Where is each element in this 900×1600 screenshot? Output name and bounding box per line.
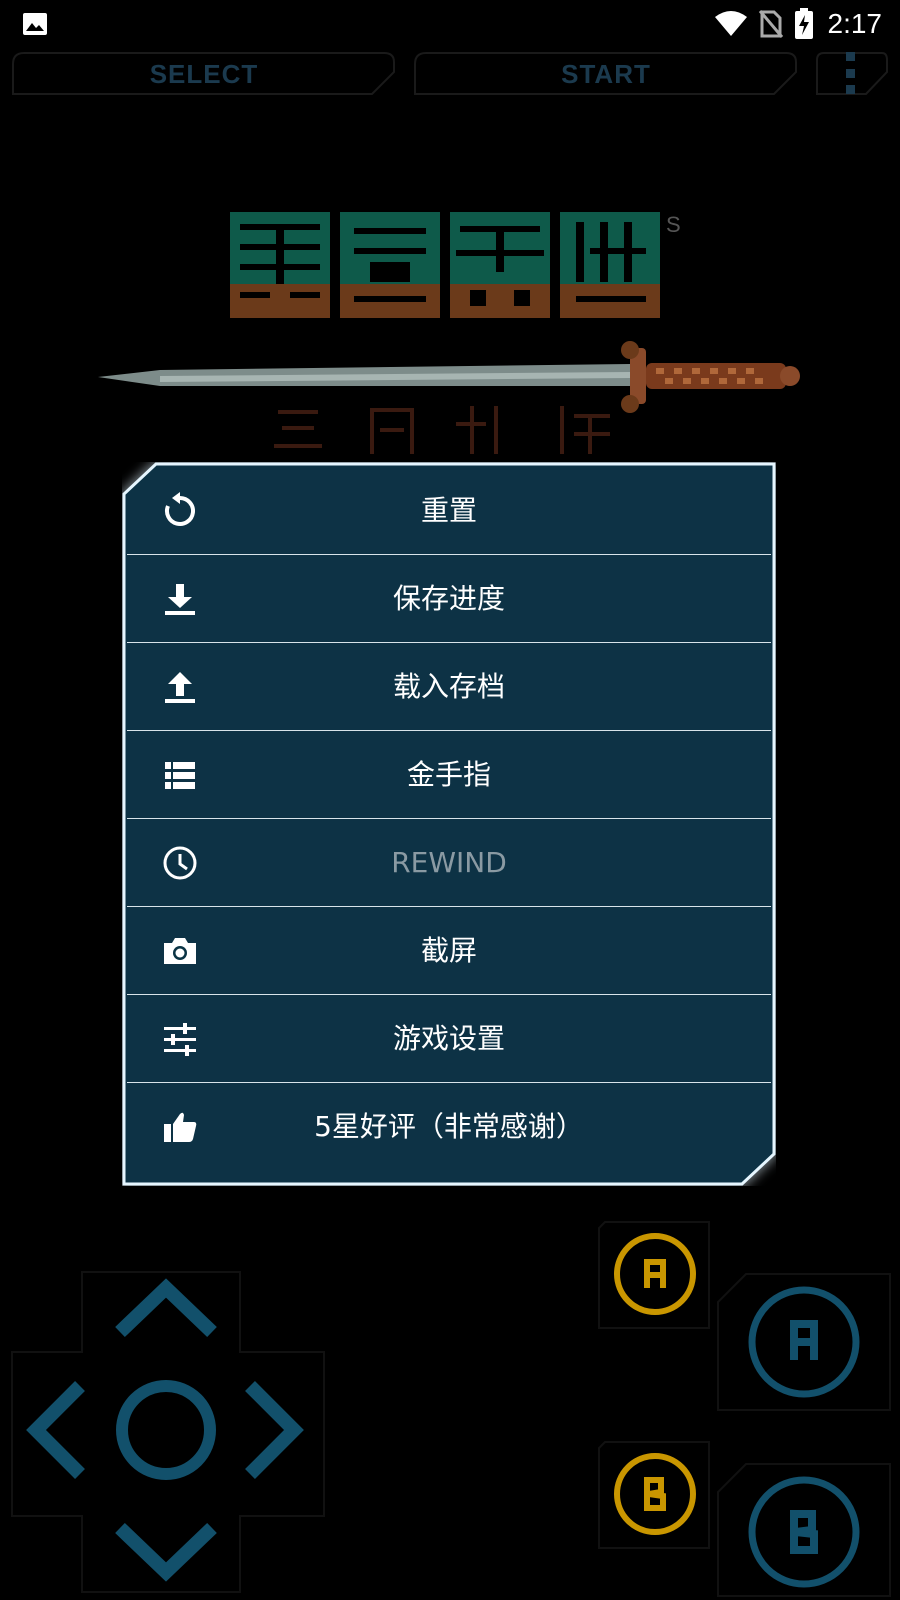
start-button-label: START [561, 59, 651, 89]
a-letter-icon [790, 1320, 818, 1360]
more-menu-button[interactable] [816, 52, 888, 96]
clock-time: 2:17 [827, 8, 883, 39]
menu-item-screenshot[interactable]: 截屏 [127, 907, 771, 995]
menu-item-label: 重置 [420, 494, 477, 527]
menu-item-label: 5星好评（非常感谢） [314, 1110, 584, 1143]
menu-item-label: 截屏 [420, 934, 477, 967]
a-letter-icon [644, 1259, 666, 1288]
svg-text:S: S [666, 212, 681, 237]
wifi-icon [714, 11, 747, 36]
b-button[interactable] [716, 1462, 892, 1598]
menu-item-reset[interactable]: 重置 [127, 467, 771, 555]
menu-item-label: 载入存档 [392, 670, 505, 703]
more-vert-icon [816, 52, 888, 95]
game-menu: 重置 保存进度 载入存档 金手指 REWIND 截屏 游戏设置 5星好评（非常感… [122, 462, 776, 1186]
dpad-right-button[interactable] [245, 1381, 304, 1479]
menu-item-save-state[interactable]: 保存进度 [127, 555, 771, 643]
a-button[interactable] [716, 1272, 892, 1412]
sword-illustration [98, 341, 800, 413]
game-logo: S [230, 212, 681, 318]
game-subtitle-art [274, 406, 610, 454]
menu-item-load-state[interactable]: 载入存档 [127, 643, 771, 731]
b-letter-icon [790, 1510, 818, 1554]
dpad-frame [11, 1271, 325, 1593]
menu-item-rewind[interactable]: REWIND [127, 819, 771, 907]
status-bar: 2:17 [0, 0, 900, 48]
battery-charging-icon [794, 8, 813, 39]
menu-item-label: REWIND [391, 846, 507, 879]
menu-item-label: 游戏设置 [392, 1022, 505, 1055]
start-button[interactable]: START [414, 52, 798, 96]
game-title-art: S [98, 212, 800, 454]
no-sim-icon [758, 10, 783, 38]
dpad-down-button[interactable] [115, 1522, 217, 1582]
select-button[interactable]: SELECT [12, 52, 396, 96]
menu-item-cheats[interactable]: 金手指 [127, 731, 771, 819]
dpad-up-button[interactable] [115, 1278, 217, 1338]
dpad-center-button[interactable] [116, 1380, 216, 1480]
menu-item-rate-app[interactable]: 5星好评（非常感谢） [127, 1083, 771, 1170]
dpad-left-button[interactable] [26, 1381, 85, 1479]
menu-item-game-settings[interactable]: 游戏设置 [127, 995, 771, 1083]
select-button-label: SELECT [149, 59, 259, 89]
b-letter-icon [644, 1477, 666, 1511]
menu-item-label: 金手指 [406, 758, 491, 791]
image-icon [23, 13, 47, 35]
dpad [11, 1271, 325, 1593]
menu-item-label: 保存进度 [392, 582, 505, 615]
turbo-b-button[interactable] [597, 1440, 713, 1550]
turbo-a-button[interactable] [597, 1220, 713, 1330]
menu-list: 重置 保存进度 载入存档 金手指 REWIND 截屏 游戏设置 5星好评（非常感… [127, 467, 771, 1170]
